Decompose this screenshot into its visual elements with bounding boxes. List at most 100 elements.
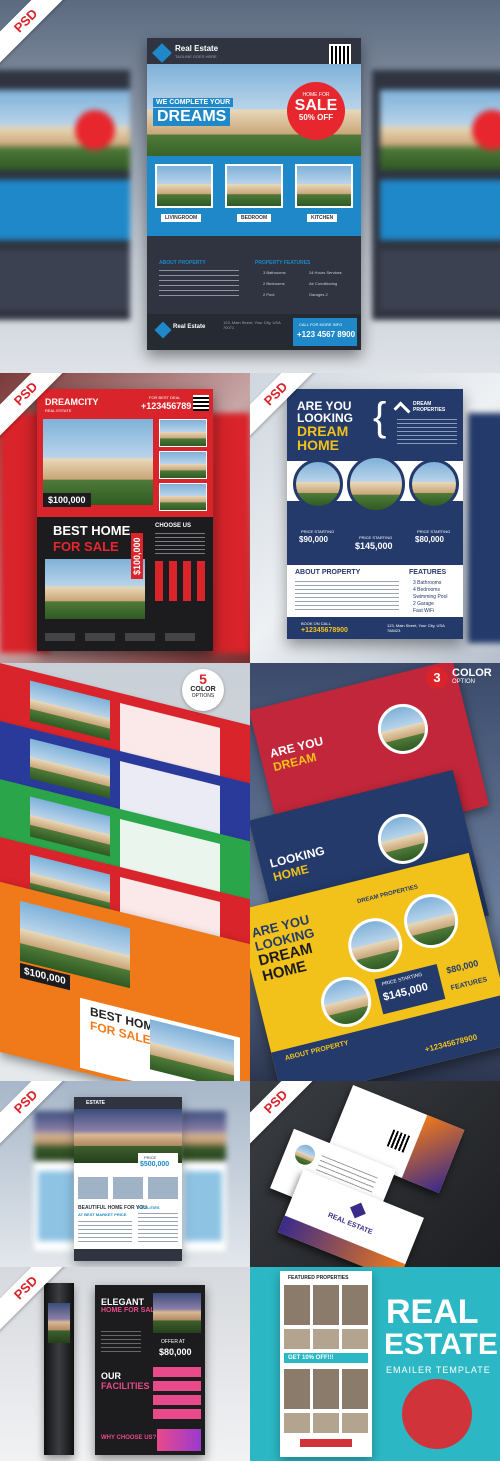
feature-3: Swimming Pool [413,594,448,600]
email-grid-4 [284,1413,368,1433]
room-photo-1 [155,164,213,208]
brand-icon [393,401,411,419]
panel-color-options-3: 3 COLOR OPTION ARE YOU DREAM LOOKING HOM… [250,663,500,1081]
blurred-right-flyer [180,1111,226,1251]
bracket-icon: { [373,395,387,439]
feature-1: 3 Bathrooms [263,270,286,275]
house-photo [153,1293,201,1333]
price-3-value: $80,000 [415,535,444,544]
headline-2: HOME FOR SALE [101,1307,160,1314]
address: 123, Main Street, Your City, USA 788423 [387,623,445,633]
yellow-brand: DREAM PROPERTIES [356,884,419,906]
about-text-lines [159,270,239,300]
call-label: FOR BEST DEAL [149,395,181,400]
footer-bar [74,1249,182,1261]
panel-flyer-1: PSD Real Estate TAGLINE GOES HERE WE COM… [0,0,500,373]
thumb-photo-1 [159,419,207,447]
sale-big: SALE [294,97,338,114]
color-option-line-1: COLOR [452,667,492,679]
intro-lines [101,1331,141,1355]
phone-number: +12345678900 [301,627,348,634]
price: $500,000 [140,1161,170,1168]
email-discount: GET 10% OFF!!! [284,1353,368,1363]
room-label-1: LIVINGROOM [161,214,202,222]
logo-icon [152,43,172,63]
flyer-red: DREAMCITY REAL ESTATE FOR BEST DEAL +123… [37,389,213,651]
price-tag: $100,000 [43,493,91,507]
feature-3: 2 Bedrooms [263,281,285,286]
logo-tagline: TAGLINE GOES HERE [175,54,217,59]
circle-photo-3 [409,459,459,509]
circle-photo-2 [347,455,405,513]
blurred-back-flyer-right [210,413,250,653]
headline-1: BEST HOME [53,523,131,538]
footer-address: 123, Main Street, Your City, USA 70071 [223,320,281,330]
room-label-2: BEDROOM [237,214,272,222]
room-label-3: KITCHEN [307,214,338,222]
email-grid-1 [284,1285,368,1325]
brand: DREAM PROPERTIES [413,401,446,413]
about-text-lines [295,581,399,611]
card-avatar [292,1141,319,1168]
subtitle: EMAILER TEMPLATE [386,1365,491,1375]
sale-badge: HOME FOR SALE 50% OFF [287,82,345,140]
second-house-photo [45,559,145,619]
qr-code-icon [193,395,209,411]
section-lines [155,533,205,555]
feature-5: Fast WiFi [413,608,435,614]
panel-business-cards: PSD REAL ESTATE [250,1081,500,1267]
options-line-1: COLOR [190,686,216,693]
feature-2: 4 Bedrooms [413,587,440,593]
features-title: PROPERTY FEATURES [255,260,311,266]
facilities-2: FACILITIES [101,1381,150,1391]
price-label: PRICE [144,1155,157,1160]
color-option-line-2: OPTION [452,679,476,685]
psd-badge: PSD [0,0,77,72]
qr-code-icon [329,44,351,66]
offer-label: OFFER AT [161,1339,186,1345]
feature-4: 2 Garage [413,601,434,607]
email-grid-2 [284,1329,368,1349]
footer-logo: Real Estate [173,324,206,330]
thumb-photo-3 [159,483,207,511]
panel-color-options-5: 5 COLOR OPTIONS $100,000 BEST HOME FOR S… [0,663,250,1081]
red-circle-decoration [402,1379,472,1449]
feature-4: Air Conditioning [309,281,338,286]
about-title: ABOUT PROPERTY [295,569,361,576]
yellow-circle-1 [342,912,409,978]
footer-pink [157,1429,201,1451]
email-grid-3 [284,1369,368,1409]
headline-small: WE COMPLETE YOUR [153,98,234,107]
feature-2: 24 Hours Services [309,270,342,275]
facility-badges [153,1367,201,1423]
offer-price: $80,000 [159,1347,192,1357]
price-2-value: $145,000 [355,541,393,551]
yellow-features-title: FEATURES [450,976,489,993]
book-label: BOOK ON CALL [301,621,331,626]
price-1-label: PRICE STARTING [301,529,335,534]
yellow-circle-2 [398,888,464,954]
title-2: ESTATE [384,1328,498,1361]
panel-emailer: FEATURED PROPERTIES GET 10% OFF!!! REAL … [250,1267,500,1461]
price-3-label: PRICE STARTING [417,529,451,534]
headline-2: FOR SALE [53,539,119,554]
blurred-preview-left [0,70,130,320]
footer-line [45,633,205,641]
phone-label: CALL FOR MORE INFO [299,322,343,327]
card-logo-icon [350,1202,366,1219]
brand-sub: REAL ESTATE [45,408,72,413]
headline-1: BEAUTIFUL HOME FOR YOU [78,1205,147,1211]
headline-1: ELEGANT [101,1297,145,1307]
panel-flyer-2: PSD DREAMCITY REAL ESTATE FOR BEST DEAL … [0,373,250,663]
card-qr-icon [386,1129,411,1153]
headline-4: HOME [297,437,339,453]
thumb-photo-2 [159,451,207,479]
email-title: FEATURED PROPERTIES [288,1275,349,1281]
features-title: FEATURES [409,569,447,576]
feature-6: Garages 2 [309,292,328,297]
room-thumbs [78,1177,178,1199]
body-lines [78,1221,132,1245]
brand: DREAMCITY [45,397,99,407]
feature-icons [155,561,207,601]
logo-name: Real Estate [175,44,219,53]
